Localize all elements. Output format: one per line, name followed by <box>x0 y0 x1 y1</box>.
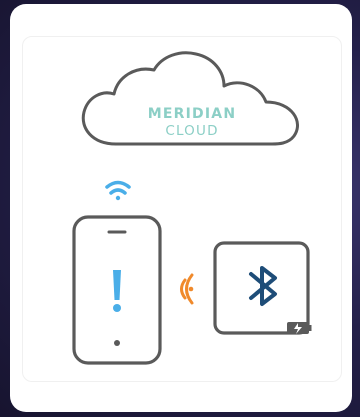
illustration-card: MERIDIAN CLOUD <box>10 4 352 412</box>
exclamation-icon <box>113 270 121 312</box>
nfc-signal-icon <box>180 273 194 305</box>
battery-charging-icon <box>287 322 312 334</box>
connectivity-diagram: MERIDIAN CLOUD <box>72 51 312 365</box>
cloud-brand-suffix: CLOUD <box>165 123 218 139</box>
wifi-icon <box>105 180 131 201</box>
bluetooth-icon <box>249 266 277 306</box>
cloud-brand-name: MERIDIAN <box>148 106 236 122</box>
